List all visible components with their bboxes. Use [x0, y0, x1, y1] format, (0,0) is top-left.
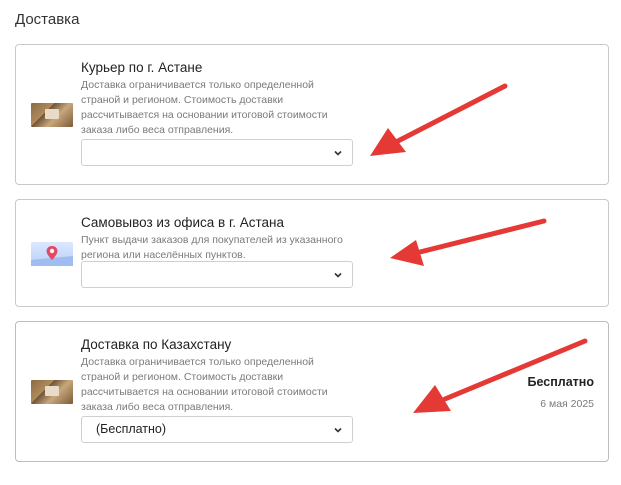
option-description: Пункт выдачи заказов для покупателей из …: [81, 234, 343, 261]
section-title: Доставка: [15, 11, 80, 28]
chevron-down-icon: [334, 427, 342, 433]
option-select[interactable]: [81, 261, 353, 288]
parcel-icon: [31, 380, 73, 404]
annotation-arrow: [370, 83, 508, 156]
option-select[interactable]: [81, 139, 353, 166]
option-select[interactable]: (Бесплатно): [81, 416, 353, 443]
option-description: Доставка ограничивается только определен…: [81, 79, 328, 136]
option-description: Доставка ограничивается только определен…: [81, 356, 328, 413]
option-title: Доставка по Казахстану: [81, 337, 232, 352]
select-value: (Бесплатно): [96, 422, 167, 436]
map-pin-icon: [31, 242, 73, 266]
option-title: Курьер по г. Астане: [81, 60, 203, 75]
option-title: Самовывоз из офиса в г. Астана: [81, 215, 284, 230]
chevron-down-icon: [334, 272, 342, 278]
delivery-option-courier[interactable]: Курьер по г. Астане Доставка ограничивае…: [15, 44, 609, 185]
annotation-arrow: [413, 338, 588, 413]
parcel-icon: [31, 103, 73, 127]
annotation-arrow: [390, 218, 547, 266]
chevron-down-icon: [334, 150, 342, 156]
